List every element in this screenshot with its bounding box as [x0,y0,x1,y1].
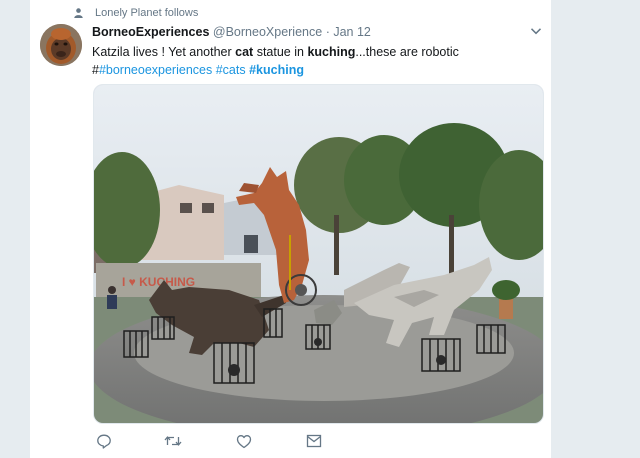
hash-prefix: # [92,63,99,77]
hashtag-kuching[interactable]: #kuching [249,63,304,77]
like-icon[interactable] [234,432,254,450]
tweet-photo[interactable]: I ♥ KUCHING [93,84,544,424]
message-icon[interactable] [304,432,324,450]
tweet-actions [92,432,392,450]
avatar[interactable] [40,24,82,66]
social-context: Lonely Planet follows [74,6,198,20]
chevron-down-icon[interactable] [530,25,542,40]
hashtag-borneoexperiences[interactable]: #borneoexperiences [99,63,212,77]
tweet-text-line-1: Katzila lives ! Yet another cat statue i… [92,45,459,59]
display-name[interactable]: BorneoExperiences [92,25,209,39]
tweet-date[interactable]: Jan 12 [333,25,371,39]
orangutan-avatar-image [40,24,82,66]
user-handle[interactable]: @BorneoXperience [213,25,322,39]
reply-icon[interactable] [94,432,114,450]
tweet-card[interactable]: Lonely Planet follows BorneoExperiences … [30,0,551,458]
person-icon [74,8,83,18]
separator-dot: · [325,25,330,39]
mural-text: I ♥ KUCHING [122,275,195,289]
tweet-text-line-2: ##borneoexperiences #cats #kuching [92,61,532,79]
social-context-text: Lonely Planet follows [95,7,199,19]
hashtag-cats[interactable]: #cats [216,63,246,77]
retweet-icon[interactable] [163,432,183,450]
tweet-text: Katzila lives ! Yet another cat statue i… [92,43,532,79]
tweet-header: BorneoExperiences @BorneoXperience · Jan… [92,25,542,41]
cat-statue-photo: I ♥ KUCHING [94,85,543,423]
